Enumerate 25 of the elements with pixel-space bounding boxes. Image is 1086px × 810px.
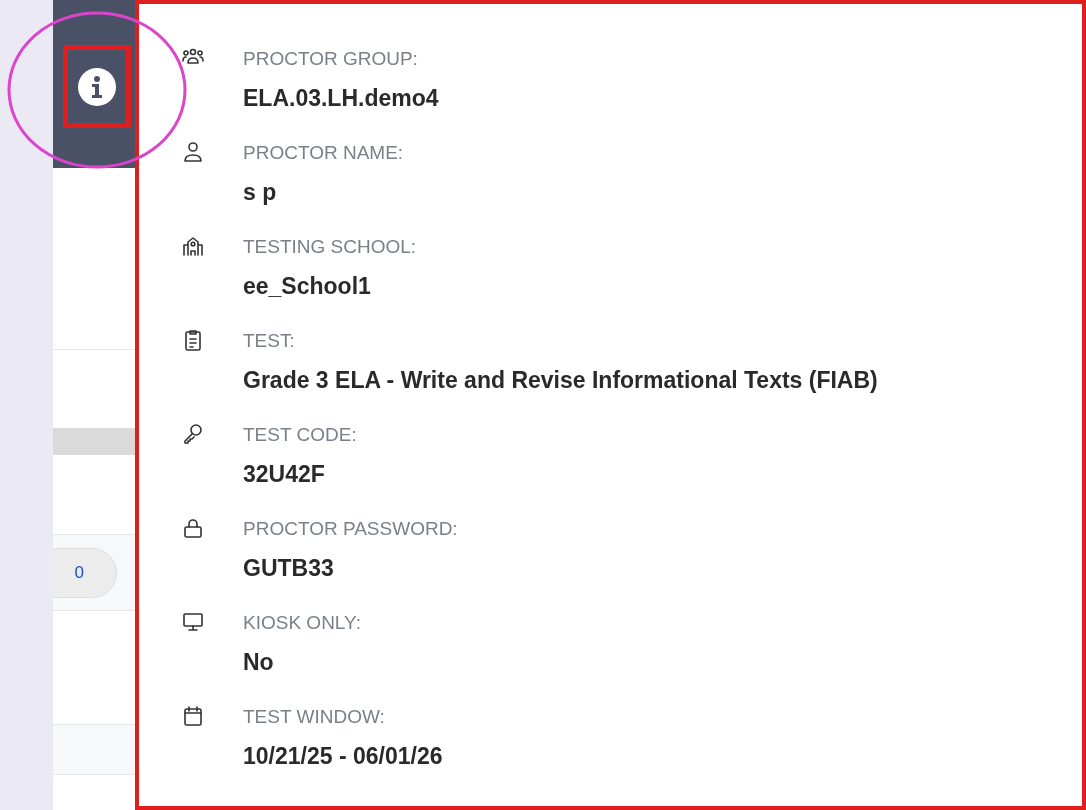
field-value: No	[243, 648, 275, 676]
field-label: KIOSK ONLY:	[243, 612, 361, 634]
field-value: ee_School1	[243, 272, 372, 300]
field-label: TEST CODE:	[243, 424, 357, 446]
padlock-icon	[181, 516, 205, 540]
field-value: Grade 3 ELA - Write and Revise Informational Texts (FIAB)	[243, 366, 878, 394]
field-label: TEST:	[243, 330, 296, 352]
info-icon	[77, 66, 117, 107]
field-value: 10/21/25 - 06/01/26	[243, 742, 443, 770]
field-label: PROCTOR PASSWORD:	[243, 518, 458, 540]
field-value: GUTB33	[243, 554, 335, 582]
field-value: ELA.03.LH.demo4	[243, 84, 439, 112]
key-icon	[181, 422, 205, 446]
person-icon	[181, 140, 205, 164]
monitor-icon	[181, 610, 205, 634]
field-value: 32U42F	[243, 460, 326, 488]
info-button[interactable]	[63, 45, 131, 128]
field-label: PROCTOR NAME:	[243, 142, 404, 164]
field-label: PROCTOR GROUP:	[243, 48, 419, 70]
calendar-icon	[181, 704, 205, 728]
school-icon	[181, 234, 205, 258]
count-pill: 0	[53, 547, 117, 598]
field-label: TEST WINDOW:	[243, 706, 386, 728]
field-value: s p	[243, 178, 278, 206]
field-label: TESTING SCHOOL:	[243, 236, 417, 258]
